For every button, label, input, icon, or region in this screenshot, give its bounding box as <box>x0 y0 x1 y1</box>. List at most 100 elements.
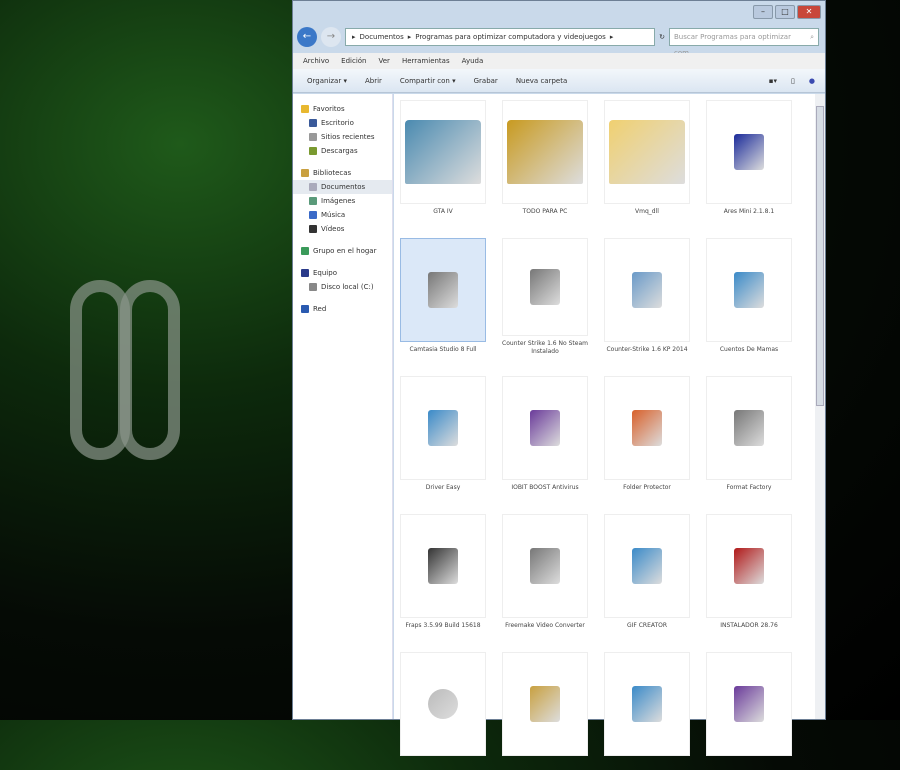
setup-icon <box>632 686 662 722</box>
sidebar-item-descargas[interactable]: Descargas <box>293 144 392 158</box>
file-item[interactable]: GIF CREATOR <box>604 514 690 632</box>
file-item[interactable]: Counter Strike 1.6 No Steam Instalado <box>502 238 588 356</box>
preview-pane-icon[interactable]: ▯ <box>791 77 795 85</box>
file-item[interactable] <box>502 652 588 770</box>
sidebar-item-label: Vídeos <box>321 225 345 233</box>
back-button[interactable]: ← <box>297 27 317 47</box>
breadcrumb-separator: ▸ <box>407 33 412 41</box>
file-thumbnail <box>604 238 690 342</box>
library-icon <box>301 169 309 177</box>
file-item[interactable]: Camtasia Studio 8 Full <box>400 238 486 356</box>
file-item[interactable] <box>604 652 690 770</box>
sidebar-item-sitios-recientes[interactable]: Sitios recientes <box>293 130 392 144</box>
file-item[interactable]: Freemake Video Converter <box>502 514 588 632</box>
file-item[interactable]: Counter-Strike 1.6 KP 2014 <box>604 238 690 356</box>
maximize-button[interactable]: □ <box>775 5 795 19</box>
new-folder-button[interactable]: Nueva carpeta <box>516 77 567 85</box>
breadcrumb-documents[interactable]: Documentos <box>360 33 404 41</box>
computer-icon <box>301 269 309 277</box>
file-thumbnail <box>604 514 690 618</box>
breadcrumb-folder[interactable]: Programas para optimizar computadora y v… <box>415 33 606 41</box>
installer-icon <box>530 269 560 305</box>
organize-button[interactable]: Organizar ▾ <box>307 77 347 85</box>
file-item[interactable]: Format Factory <box>706 376 792 494</box>
file-item[interactable]: INSTALADOR 28.76 <box>706 514 792 632</box>
archive-icon <box>734 686 764 722</box>
file-item[interactable]: IOBIT BOOST Antivirus <box>502 376 588 494</box>
sidebar-item-documentos[interactable]: Documentos <box>293 180 392 194</box>
sidebar-item-label: Favoritos <box>313 105 345 113</box>
desktop-icon <box>309 119 317 127</box>
menu-tools[interactable]: Herramientas <box>402 57 450 65</box>
sidebar-item-label: Imágenes <box>321 197 356 205</box>
file-item[interactable]: Ares Mini 2.1.8.1 <box>706 100 792 218</box>
sidebar-item-escritorio[interactable]: Escritorio <box>293 116 392 130</box>
view-options-icon[interactable]: ▪▾ <box>769 77 777 85</box>
file-thumbnail <box>706 652 792 756</box>
help-icon[interactable]: ● <box>809 77 815 85</box>
file-name: Freemake Video Converter <box>505 622 585 629</box>
sidebar-item-label: Bibliotecas <box>313 169 352 177</box>
setup-icon <box>734 272 764 308</box>
command-bar: Organizar ▾ Abrir Compartir con ▾ Grabar… <box>293 69 825 93</box>
sidebar-item-im-genes[interactable]: Imágenes <box>293 194 392 208</box>
scrollbar-thumb[interactable] <box>816 106 824 406</box>
navigation-pane: Favoritos Escritorio Sitios recientes Desca… <box>293 94 393 719</box>
app-icon <box>734 548 764 584</box>
file-item[interactable]: Cuentos De Mamas <box>706 238 792 356</box>
file-thumbnail <box>604 652 690 756</box>
sidebar-item-bibliotecas[interactable]: Bibliotecas <box>293 166 392 180</box>
videos-icon <box>309 225 317 233</box>
file-item[interactable]: Driver Easy <box>400 376 486 494</box>
background-logo-ring <box>120 280 180 460</box>
file-item[interactable] <box>400 652 486 770</box>
sidebar-item-grupo-en-el-hogar[interactable]: Grupo en el hogar <box>293 244 392 258</box>
file-item[interactable]: Folder Protector <box>604 376 690 494</box>
open-button[interactable]: Abrir <box>365 77 382 85</box>
file-thumbnail <box>502 514 588 618</box>
close-button[interactable]: ✕ <box>797 5 821 19</box>
burn-button[interactable]: Grabar <box>474 77 498 85</box>
minimize-button[interactable]: – <box>753 5 773 19</box>
file-item[interactable]: GTA IV <box>400 100 486 218</box>
refresh-icon[interactable]: ↻ <box>659 33 665 41</box>
sidebar-item-red[interactable]: Red <box>293 302 392 316</box>
file-thumbnail <box>502 238 588 336</box>
homegroup-icon <box>301 247 309 255</box>
sidebar-item-label: Escritorio <box>321 119 354 127</box>
share-button[interactable]: Compartir con ▾ <box>400 77 456 85</box>
sidebar-item-label: Equipo <box>313 269 337 277</box>
app-icon <box>734 134 764 170</box>
menu-file[interactable]: Archivo <box>303 57 329 65</box>
search-placeholder: Buscar Programas para optimizar com... <box>674 33 791 57</box>
star-icon <box>301 105 309 113</box>
sidebar-item-label: Sitios recientes <box>321 133 375 141</box>
file-name: Folder Protector <box>623 484 671 491</box>
file-thumbnail <box>502 100 588 204</box>
forward-button[interactable]: → <box>321 27 341 47</box>
sidebar-item-m-sica[interactable]: Música <box>293 208 392 222</box>
address-bar[interactable]: ▸ Documentos ▸ Programas para optimizar c… <box>345 28 656 46</box>
menu-edit[interactable]: Edición <box>341 57 366 65</box>
menu-help[interactable]: Ayuda <box>462 57 484 65</box>
menu-view[interactable]: Ver <box>379 57 390 65</box>
sidebar-item-equipo[interactable]: Equipo <box>293 266 392 280</box>
vertical-scrollbar[interactable] <box>815 94 825 719</box>
sidebar-item-v-deos[interactable]: Vídeos <box>293 222 392 236</box>
folder-icon: ▸ <box>352 33 356 41</box>
file-thumbnail <box>502 376 588 480</box>
file-name: Vmq_dll <box>635 208 659 215</box>
sidebar-item-favoritos[interactable]: Favoritos <box>293 102 392 116</box>
file-item[interactable]: TODO PARA PC <box>502 100 588 218</box>
file-item[interactable]: Vmq_dll <box>604 100 690 218</box>
network-icon <box>301 305 309 313</box>
explorer-window: – □ ✕ ← → ▸ Documentos ▸ Programas para o… <box>292 0 826 756</box>
file-item[interactable] <box>706 652 792 770</box>
file-thumbnail <box>502 652 588 756</box>
sidebar-item-disco-local-c-[interactable]: Disco local (C:) <box>293 280 392 294</box>
file-item[interactable]: Fraps 3.5.99 Build 15618 <box>400 514 486 632</box>
file-name: INSTALADOR 28.76 <box>720 622 778 629</box>
file-thumbnail <box>400 652 486 756</box>
search-input[interactable]: Buscar Programas para optimizar com... ⌕ <box>669 28 819 57</box>
breadcrumb-separator: ▸ <box>609 33 614 41</box>
